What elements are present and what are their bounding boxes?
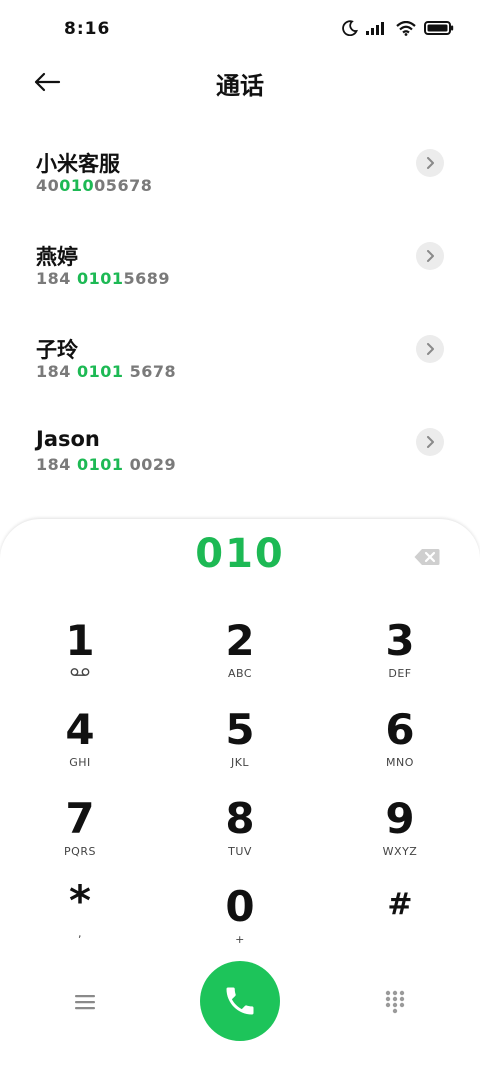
backspace-icon [414,549,440,565]
backspace-button[interactable] [414,547,440,567]
contact-item[interactable]: Jason 184 0101 0029 [0,419,480,512]
number-match: 0101 [76,362,124,381]
contact-name: Jason [36,427,100,451]
chevron-right-icon [427,343,434,355]
contact-item[interactable]: 燕婷 184 01015689 [0,233,480,326]
dialpad-key-3[interactable]: 3 DEF [340,619,460,699]
contact-number: 184 01015689 [36,269,170,288]
contact-number: 184 0101 5678 [36,362,176,381]
dialpad-key-0[interactable]: 0 + [180,885,300,965]
status-icons [342,20,454,36]
menu-button[interactable] [68,987,102,1017]
battery-icon [424,21,454,35]
number-suffix: 5689 [123,269,171,288]
key-letters: + [235,933,245,946]
contact-name: 燕婷 [36,245,78,269]
dialpad-key-2[interactable]: 2 ABC [180,619,300,699]
number-prefix: 40 [36,176,60,195]
key-digit: 3 [385,616,415,665]
chevron-right-icon [427,157,434,169]
number-prefix: 184 [36,455,77,474]
key-digit: 9 [385,794,415,843]
call-button[interactable] [200,961,280,1041]
status-time: 8:16 [64,19,111,39]
number-match: 010 [59,176,95,195]
key-letters: ABC [227,667,253,680]
number-suffix: 05678 [94,176,153,195]
dialer-bottom-bar [0,959,480,1049]
dialed-number-display[interactable]: 010 [0,531,480,577]
key-digit: 0 [225,882,255,931]
key-digit: 5 [225,705,255,754]
dialpad-key-7[interactable]: 7 PQRS [20,797,140,877]
number-match: 0101 [76,455,124,474]
keypad-icon [385,990,405,1014]
key-digit: 2 [225,616,255,665]
dialpad-key-5[interactable]: 5 JKL [180,708,300,788]
key-letters: WXYZ [382,845,418,858]
dialpad-key-1[interactable]: 1 [20,619,140,699]
chevron-right-icon [427,436,434,448]
contact-detail-button[interactable] [416,335,444,363]
moon-icon [342,20,358,36]
dialpad-key-9[interactable]: 9 WXYZ [340,797,460,877]
contact-item[interactable]: 子玲 184 0101 5678 [0,326,480,419]
page-title: 通话 [216,72,264,100]
contact-name: 小米客服 [36,152,120,176]
header: 通话 [0,60,480,104]
key-digit: 1 [65,616,95,665]
dialpad-key-6[interactable]: 6 MNO [340,708,460,788]
key-letters: , [78,927,82,940]
key-letters: TUV [228,845,252,858]
number-prefix: 184 [36,362,77,381]
signal-icon [366,22,384,35]
keypad-toggle-button[interactable] [380,987,410,1017]
number-prefix: 184 [36,269,77,288]
number-suffix: 0029 [123,455,177,474]
contact-list: 小米客服 4001005678 燕婷 184 01015689 子玲 184 0… [0,140,480,512]
menu-icon [75,995,95,1010]
number-suffix: 5678 [123,362,177,381]
dialpad-key-star[interactable]: * , [20,879,140,959]
number-match: 0101 [76,269,124,288]
dialpad-key-hash[interactable]: # [340,883,460,963]
contact-detail-button[interactable] [416,149,444,177]
chevron-right-icon [427,250,434,262]
wifi-icon [396,20,416,36]
dialpad-key-4[interactable]: 4 GHI [20,708,140,788]
key-digit: * [69,876,91,925]
contact-item[interactable]: 小米客服 4001005678 [0,140,480,233]
key-digit: 8 [225,794,255,843]
key-digit: # [387,887,413,922]
phone-icon [226,987,254,1015]
contact-name: 子玲 [36,338,78,362]
key-letters: DEF [388,667,412,680]
key-digit: 6 [385,705,415,754]
voicemail-icon [70,668,90,676]
dialpad-panel: 010 1 2 ABC 3 DEF 4 GHI 5 JKL 6 MNO 7 PQ… [0,519,480,1066]
key-letters: PQRS [64,845,96,858]
key-digit: 4 [65,705,95,754]
dialpad-key-8[interactable]: 8 TUV [180,797,300,877]
contact-detail-button[interactable] [416,428,444,456]
status-bar: 8:16 [0,0,480,60]
key-letters: GHI [69,756,91,769]
contact-detail-button[interactable] [416,242,444,270]
key-digit: 7 [65,794,95,843]
contact-number: 4001005678 [36,176,152,195]
key-letters: JKL [230,756,250,769]
key-letters: MNO [386,756,414,769]
contact-number: 184 0101 0029 [36,455,176,474]
